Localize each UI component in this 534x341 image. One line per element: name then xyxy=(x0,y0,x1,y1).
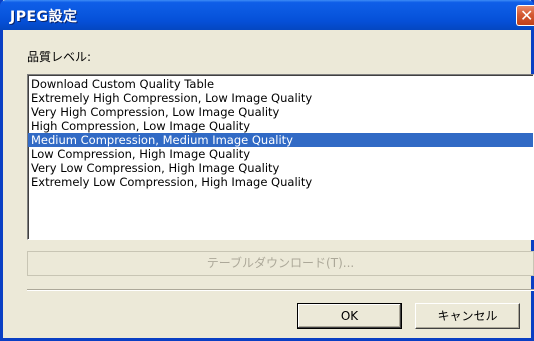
close-icon: ✕ xyxy=(520,6,534,25)
list-item[interactable]: High Compression, Low Image Quality xyxy=(28,119,533,133)
quality-level-label: 品質レベル: xyxy=(27,50,92,64)
table-download-button[interactable]: テーブルダウンロード(T)... xyxy=(27,251,534,276)
list-item[interactable]: Extremely Low Compression, High Image Qu… xyxy=(28,175,533,189)
jpeg-settings-dialog: JPEG設定 ✕ 品質レベル: Download Custom Quality … xyxy=(0,0,534,341)
quality-level-listbox[interactable]: Download Custom Quality Table Extremely … xyxy=(27,74,534,240)
list-item[interactable]: Low Compression, High Image Quality xyxy=(28,147,533,161)
list-item[interactable]: Very Low Compression, High Image Quality xyxy=(28,161,533,175)
close-button[interactable]: ✕ xyxy=(516,5,534,26)
list-item-selected[interactable]: Medium Compression, Medium Image Quality xyxy=(28,133,533,147)
list-item[interactable]: Download Custom Quality Table xyxy=(28,77,533,91)
list-item[interactable]: Very High Compression, Low Image Quality xyxy=(28,105,533,119)
cancel-button[interactable]: キャンセル xyxy=(415,303,520,329)
ok-button[interactable]: OK xyxy=(297,303,402,329)
separator xyxy=(27,289,534,291)
title-bar[interactable]: JPEG設定 ✕ xyxy=(0,0,534,30)
list-item[interactable]: Extremely High Compression, Low Image Qu… xyxy=(28,91,533,105)
window-title: JPEG設定 xyxy=(10,9,78,25)
